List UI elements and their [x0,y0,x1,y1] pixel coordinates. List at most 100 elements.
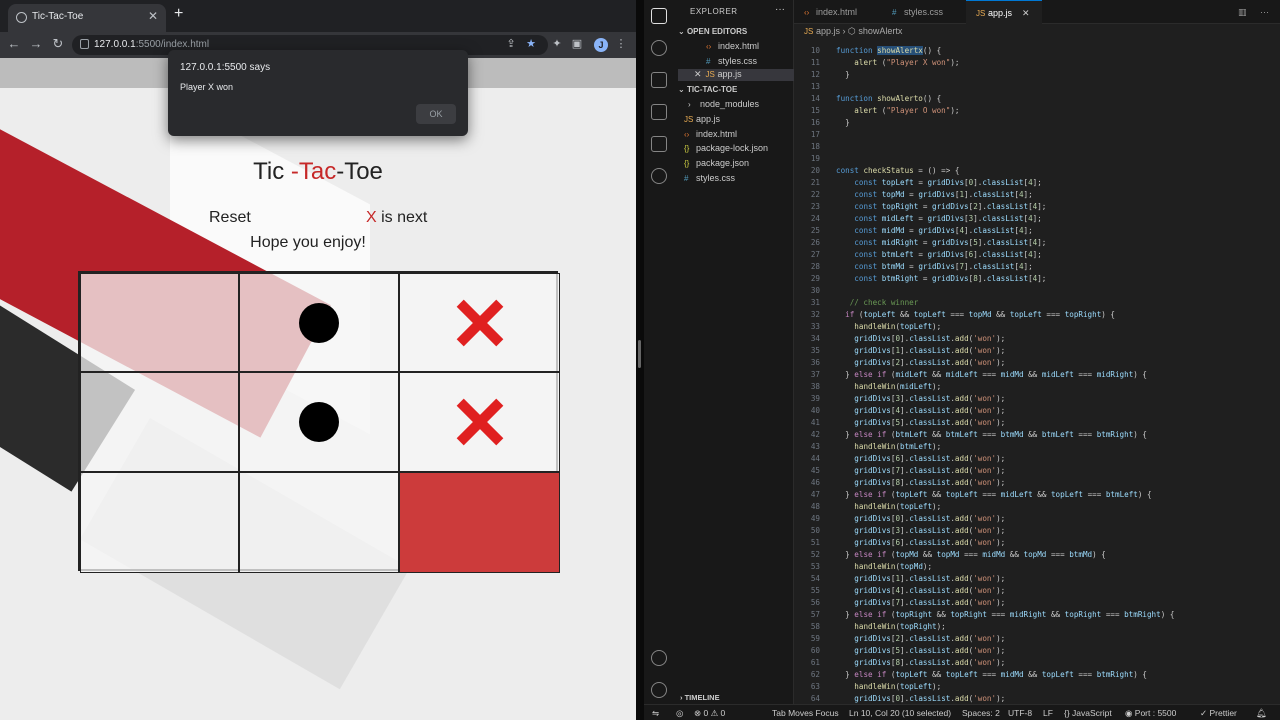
account-icon[interactable] [651,650,667,666]
folder-item[interactable]: › node_modules [688,99,759,109]
code-line[interactable]: 58 handleWin(topRight); [794,621,1274,633]
source-control-icon[interactable] [651,72,667,88]
split-editor-icon[interactable]: ▥ [1234,0,1254,24]
code-line[interactable]: 50 gridDivs[3].classList.add('won'); [794,525,1274,537]
code-line[interactable]: 46 gridDivs[8].classList.add('won'); [794,477,1274,489]
encoding[interactable]: UTF-8 [1008,708,1032,718]
code-line[interactable]: 45 gridDivs[7].classList.add('won'); [794,465,1274,477]
code-line[interactable]: 11 alert ("Player X won"); [794,57,1274,69]
code-line[interactable]: 62 } else if (topLeft && topLeft === mid… [794,669,1274,681]
code-line[interactable]: 39 gridDivs[3].classList.add('won'); [794,393,1274,405]
open-editor-item[interactable]: ‹› index.html [706,41,759,51]
code-line[interactable]: 61 gridDivs[8].classList.add('won'); [794,657,1274,669]
file-item[interactable]: JS app.js [684,114,720,124]
code-line[interactable]: 17 [794,129,1274,141]
live-server-port[interactable]: ◉ Port : 5500 [1125,708,1176,719]
notifications-bell-icon[interactable]: 🔔︎ [1256,708,1267,719]
board-cell[interactable] [399,472,560,573]
code-line[interactable]: 38 handleWin(midLeft); [794,381,1274,393]
problems-count[interactable]: ⊗ 0 ⚠ 0 [694,708,725,719]
code-line[interactable]: 30 [794,285,1274,297]
reset-button[interactable]: Reset [209,209,251,227]
code-line[interactable]: 44 gridDivs[6].classList.add('won'); [794,453,1274,465]
code-line[interactable]: 63 handleWin(topLeft); [794,681,1274,693]
code-line[interactable]: 40 gridDivs[4].classList.add('won'); [794,405,1274,417]
split-grip-handle[interactable] [638,340,641,368]
code-line[interactable]: 27 const btmLeft = gridDivs[6].classList… [794,249,1274,261]
more-actions-icon[interactable]: ··· [1256,0,1276,24]
github-icon[interactable] [651,168,667,184]
code-line[interactable]: 37 } else if (midLeft && midLeft === mid… [794,369,1274,381]
open-editor-item[interactable]: # styles.css [706,56,757,66]
code-line[interactable]: 26 const midRight = gridDivs[5].classLis… [794,237,1274,249]
prettier-status[interactable]: ✓ Prettier [1200,708,1237,719]
open-editor-item-active[interactable]: ✕ JS app.js [678,69,794,81]
more-actions-icon[interactable]: ··· [775,4,785,15]
code-line[interactable]: 29 const btmRight = gridDivs[8].classLis… [794,273,1274,285]
board-cell[interactable] [239,273,399,372]
code-line[interactable]: 55 gridDivs[4].classList.add('won'); [794,585,1274,597]
board-cell[interactable] [239,472,399,573]
code-line[interactable]: 59 gridDivs[2].classList.add('won'); [794,633,1274,645]
explorer-icon[interactable] [651,8,667,24]
live-share-icon[interactable]: ◎ [676,708,683,719]
board-cell[interactable] [80,472,239,573]
indentation[interactable]: Spaces: 2 [962,708,1000,718]
close-icon[interactable]: ✕ [694,69,702,79]
code-editor[interactable]: 10 function showAlertx() {11 alert ("Play… [794,42,1280,704]
profile-avatar[interactable]: J [594,38,608,52]
code-line[interactable]: 23 const topRight = gridDivs[2].classLis… [794,201,1274,213]
cursor-position[interactable]: Ln 10, Col 20 (10 selected) [849,708,951,718]
tab-index-html[interactable]: ‹› index.html [794,0,882,24]
code-line[interactable]: 43 handleWin(btmLeft); [794,441,1274,453]
alert-ok-button[interactable]: OK [416,104,456,124]
side-panel-icon[interactable]: ▣ [570,37,584,50]
code-line[interactable]: 13 [794,81,1274,93]
settings-gear-icon[interactable] [651,682,667,698]
language-mode[interactable]: {} JavaScript [1064,708,1112,718]
share-icon[interactable]: ⇪ [504,37,518,50]
code-line[interactable]: 52 } else if (topMd && topMd === midMd &… [794,549,1274,561]
code-line[interactable]: 49 gridDivs[0].classList.add('won'); [794,513,1274,525]
code-line[interactable]: 51 gridDivs[6].classList.add('won'); [794,537,1274,549]
code-line[interactable]: 47 } else if (topLeft && topLeft === mid… [794,489,1274,501]
board-cell[interactable] [80,372,239,472]
code-line[interactable]: 10 function showAlertx() { [794,45,1274,57]
forward-arrow-icon[interactable]: → [28,36,44,51]
code-line[interactable]: 57 } else if (topRight && topRight === m… [794,609,1274,621]
code-line[interactable]: 25 const midMd = gridDivs[4].classList[4… [794,225,1274,237]
code-line[interactable]: 48 handleWin(topLeft); [794,501,1274,513]
close-icon[interactable]: ✕ [1022,8,1030,18]
code-line[interactable]: 35 gridDivs[1].classList.add('won'); [794,345,1274,357]
site-info-icon[interactable] [80,39,89,49]
search-icon[interactable] [651,40,667,56]
board-cell[interactable] [399,372,560,472]
board-cell[interactable] [399,273,560,372]
code-line[interactable]: 56 gridDivs[7].classList.add('won'); [794,597,1274,609]
code-line[interactable]: 22 const topMd = gridDivs[1].classList[4… [794,189,1274,201]
code-line[interactable]: 31 // check winner [794,297,1274,309]
code-line[interactable]: 12 } [794,69,1274,81]
code-line[interactable]: 19 [794,153,1274,165]
new-tab-button[interactable]: + [174,5,183,23]
code-line[interactable]: 18 [794,141,1274,153]
open-editors-section[interactable]: ⌄ OPEN EDITORS [678,27,747,36]
code-line[interactable]: 32 if (topLeft && topLeft === topMd && t… [794,309,1274,321]
code-line[interactable]: 53 handleWin(topMd); [794,561,1274,573]
menu-dots-icon[interactable]: ⋮ [614,37,628,50]
extensions-icon[interactable] [651,136,667,152]
reload-icon[interactable]: ↻ [50,36,66,52]
timeline-section[interactable]: › TIMELINE [680,693,720,702]
run-debug-icon[interactable] [651,104,667,120]
file-item[interactable]: {} package.json [684,158,749,168]
file-item[interactable]: {} package-lock.json [684,143,768,153]
code-line[interactable]: 54 gridDivs[1].classList.add('won'); [794,573,1274,585]
code-line[interactable]: 60 gridDivs[5].classList.add('won'); [794,645,1274,657]
board-cell[interactable] [80,273,239,372]
tab-styles-css[interactable]: # styles.css [882,0,966,24]
code-line[interactable]: 14 function showAlerto() { [794,93,1274,105]
tab-app-js[interactable]: JS app.js ✕ [966,0,1042,24]
file-item[interactable]: # styles.css [684,173,735,183]
code-line[interactable]: 64 gridDivs[0].classList.add('won'); [794,693,1274,704]
tab-moves-focus[interactable]: Tab Moves Focus [772,708,839,718]
